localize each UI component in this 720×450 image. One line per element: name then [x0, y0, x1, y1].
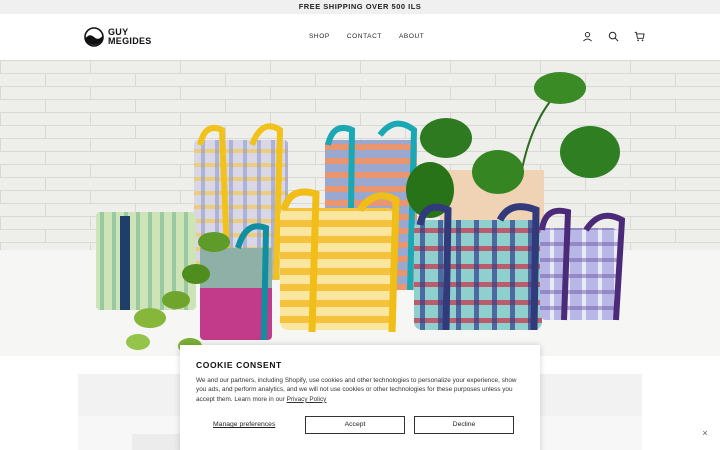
hero-image: [0, 60, 720, 356]
logo-line2: MEGIDES: [108, 36, 152, 46]
decline-button[interactable]: Decline: [414, 416, 514, 434]
cookie-actions: Manage preferences Accept Decline: [196, 416, 526, 434]
search-icon[interactable]: [608, 31, 619, 42]
hero-illustration: [0, 60, 720, 356]
main-nav: SHOP CONTACT ABOUT: [309, 33, 424, 40]
cookie-title: COOKIE CONSENT: [196, 360, 282, 370]
accept-button[interactable]: Accept: [305, 416, 405, 434]
close-icon[interactable]: ×: [700, 428, 710, 438]
cookie-body: We and our partners, including Shopify, …: [196, 376, 526, 404]
site-header: GUY MEGIDES SHOP CONTACT ABOUT: [0, 14, 720, 60]
announcement-text: FREE SHIPPING OVER 500 ILS: [298, 2, 422, 11]
header-icons: [582, 31, 645, 42]
account-icon[interactable]: [582, 31, 593, 42]
manage-preferences-link[interactable]: Manage preferences: [213, 421, 275, 428]
logo-mark-icon: [84, 27, 104, 47]
logo[interactable]: GUY MEGIDES: [84, 27, 152, 47]
cookie-consent-dialog: COOKIE CONSENT We and our partners, incl…: [180, 345, 540, 450]
announcement-bar: FREE SHIPPING OVER 500 ILS: [0, 0, 720, 14]
nav-about[interactable]: ABOUT: [399, 33, 424, 40]
nav-shop[interactable]: SHOP: [309, 33, 330, 40]
privacy-policy-link[interactable]: Privacy Policy: [287, 396, 327, 403]
cart-icon[interactable]: [634, 31, 645, 42]
logo-text: GUY MEGIDES: [108, 28, 152, 46]
cookie-body-text: We and our partners, including Shopify, …: [196, 377, 517, 403]
nav-contact[interactable]: CONTACT: [347, 33, 382, 40]
